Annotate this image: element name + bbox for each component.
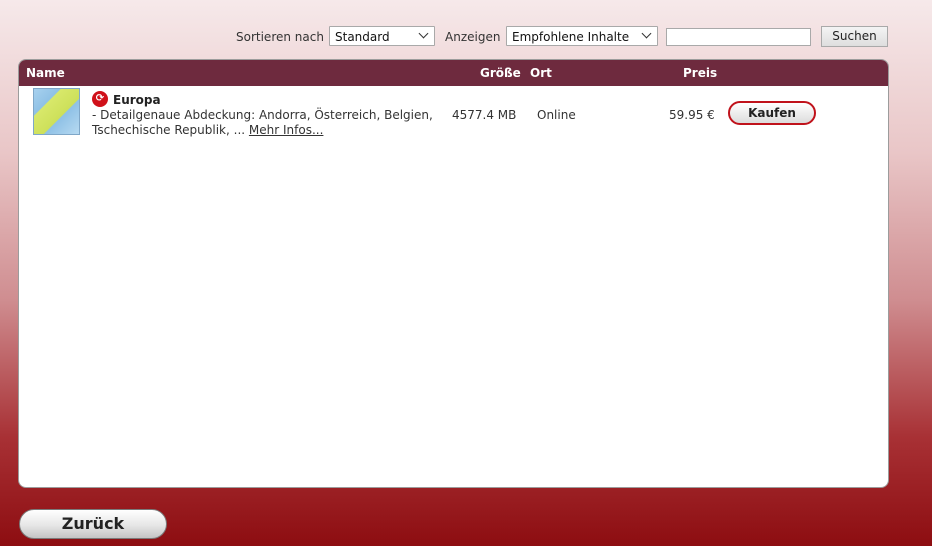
search-button[interactable]: Suchen xyxy=(821,26,888,47)
item-size: 4577.4 MB xyxy=(452,108,517,122)
show-label: Anzeigen xyxy=(445,30,501,44)
item-price: 59.95 € xyxy=(669,108,715,122)
show-select[interactable]: Empfohlene Inhalte xyxy=(506,26,658,46)
toolbar: Sortieren nach Standard Anzeigen Empfohl… xyxy=(0,26,932,48)
sort-select[interactable]: Standard xyxy=(329,26,435,46)
map-thumbnail xyxy=(33,88,80,135)
show-select-value: Empfohlene Inhalte xyxy=(512,30,630,44)
item-title: Europa xyxy=(113,93,161,107)
chevron-down-icon xyxy=(418,28,429,39)
chevron-down-icon xyxy=(641,28,652,39)
table-row: ⟳ Europa - Detailgenaue Abdeckung: Andor… xyxy=(19,60,888,160)
sort-label: Sortieren nach xyxy=(236,30,324,44)
back-button[interactable]: Zurück xyxy=(19,509,167,539)
item-description: - Detailgenaue Abdeckung: Andorra, Öster… xyxy=(92,108,437,138)
sort-select-value: Standard xyxy=(335,30,390,44)
item-location: Online xyxy=(537,108,576,122)
brand-logo-icon: ⟳ xyxy=(92,91,108,107)
buy-button[interactable]: Kaufen xyxy=(728,101,816,125)
more-info-link[interactable]: Mehr Infos... xyxy=(249,123,324,137)
search-input[interactable] xyxy=(666,28,811,46)
content-panel: Name Größe Ort Preis ⟳ Europa - Detailge… xyxy=(18,59,889,488)
